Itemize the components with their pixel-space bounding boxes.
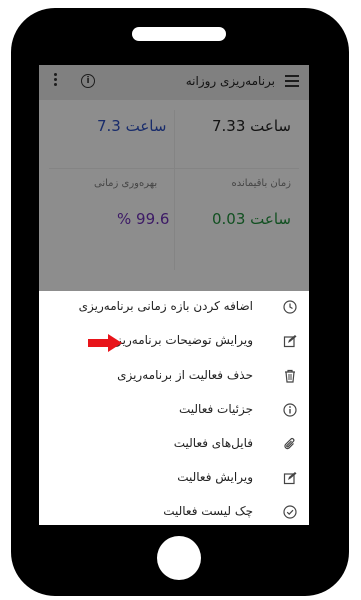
home-button[interactable] <box>157 536 201 580</box>
menu-item-delete-activity[interactable]: حذف فعالیت از برنامه‌ریزی <box>39 360 309 394</box>
info-icon <box>283 403 297 417</box>
menu-item-edit-plan-description[interactable]: ویرایش توضیحات برنامه‌ریزی <box>39 325 309 359</box>
menu-item-label: ویرایش فعالیت <box>177 470 253 484</box>
check-circle-icon <box>283 505 297 519</box>
edit-icon <box>283 472 297 485</box>
menu-item-label: اضافه کردن بازه زمانی برنامه‌ریزی <box>78 299 253 313</box>
clock-icon <box>283 300 297 314</box>
bottom-sheet: اضافه کردن بازه زمانی برنامه‌ریزی ویرایش… <box>39 291 309 525</box>
menu-item-label: جزئیات فعالیت <box>178 402 253 416</box>
menu-item-activity-checklist[interactable]: چک لیست فعالیت <box>39 496 309 525</box>
menu-item-activity-files[interactable]: فایل‌های فعالیت <box>39 428 309 462</box>
trash-icon <box>285 369 295 383</box>
menu-item-add-time-slot[interactable]: اضافه کردن بازه زمانی برنامه‌ریزی <box>39 291 309 325</box>
menu-item-label: حذف فعالیت از برنامه‌ریزی <box>117 368 253 382</box>
paperclip-icon <box>284 437 295 450</box>
phone-speaker <box>132 27 226 41</box>
edit-icon <box>283 335 297 348</box>
menu-item-label: ویرایش توضیحات برنامه‌ریزی <box>106 333 253 347</box>
menu-item-label: چک لیست فعالیت <box>163 504 253 518</box>
menu-item-edit-activity[interactable]: ویرایش فعالیت <box>39 462 309 496</box>
menu-item-label: فایل‌های فعالیت <box>173 436 253 450</box>
app-screen: برنامه‌ریزی روزانه i 7.33 ساعت 7.3 ساعت … <box>39 65 309 525</box>
red-arrow-icon <box>88 334 122 352</box>
menu-item-activity-details[interactable]: جزئیات فعالیت <box>39 394 309 428</box>
